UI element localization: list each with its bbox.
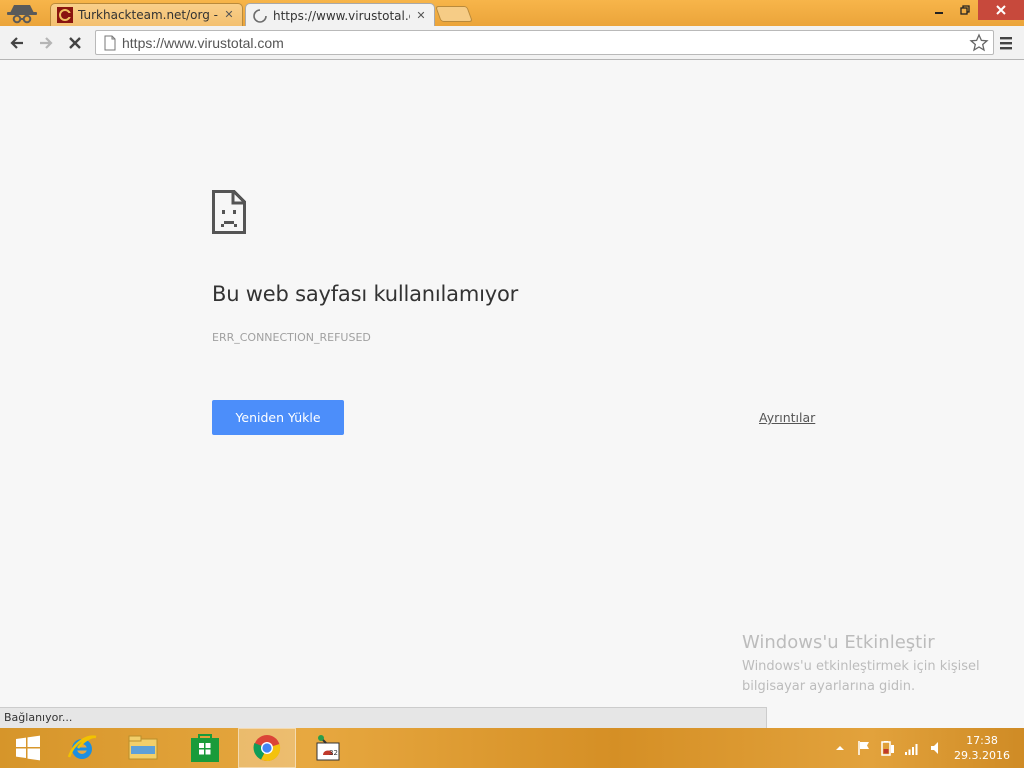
- activation-title: Windows'u Etkinleştir: [742, 632, 935, 653]
- volume-icon[interactable]: [928, 740, 944, 756]
- loading-spinner-icon: [252, 8, 268, 24]
- browser-toolbar: https://www.virustotal.com: [0, 26, 1024, 60]
- clock-time: 17:38: [966, 734, 998, 747]
- address-bar[interactable]: https://www.virustotal.com: [95, 30, 994, 55]
- error-code: ERR_CONNECTION_REFUSED: [212, 331, 371, 344]
- tab-title: Turkhackteam.net/org - T: [78, 8, 218, 22]
- tab-virustotal[interactable]: https://www.virustotal.cor ✕: [245, 3, 435, 27]
- status-bubble: Bağlanıyor...: [0, 707, 767, 728]
- minimize-icon[interactable]: [926, 0, 952, 20]
- back-icon[interactable]: [6, 32, 28, 54]
- stop-loading-icon[interactable]: [64, 32, 86, 54]
- reload-button[interactable]: Yeniden Yükle: [212, 400, 344, 435]
- app-icon[interactable]: 32: [299, 728, 355, 768]
- clock[interactable]: 17:38 29.3.2016: [952, 733, 1012, 763]
- windows-taskbar: 32 17:38 29.3.2016: [0, 728, 1024, 768]
- activation-watermark: Windows'u Etkinleştir Windows'u etkinleş…: [742, 632, 980, 697]
- battery-icon[interactable]: [880, 740, 896, 756]
- bookmark-star-icon[interactable]: [969, 32, 989, 53]
- file-explorer-icon[interactable]: [115, 728, 171, 768]
- close-window-icon[interactable]: [978, 0, 1024, 20]
- sad-page-icon: [212, 190, 246, 234]
- new-tab-button[interactable]: [435, 6, 473, 22]
- turkhackteam-favicon-icon: [57, 7, 73, 23]
- action-center-flag-icon[interactable]: [856, 740, 872, 756]
- forward-icon[interactable]: [35, 32, 57, 54]
- network-signal-icon[interactable]: [904, 740, 920, 756]
- window-controls: [926, 0, 1024, 20]
- tab-close-icon[interactable]: ✕: [414, 9, 428, 23]
- details-link[interactable]: Ayrıntılar: [759, 410, 815, 425]
- error-title: Bu web sayfası kullanılamıyor: [212, 282, 519, 306]
- tab-close-icon[interactable]: ✕: [222, 8, 236, 22]
- activation-line-1: Windows'u etkinleştirmek için kişisel: [742, 659, 980, 674]
- page-icon: [102, 35, 118, 51]
- activation-line-2: bilgisayar ayarlarına gidin.: [742, 679, 916, 694]
- svg-text:32: 32: [329, 749, 338, 757]
- browser-titlebar: Turkhackteam.net/org - T ✕ https://www.v…: [0, 0, 1024, 27]
- error-page: Bu web sayfası kullanılamıyor ERR_CONNEC…: [0, 61, 1024, 727]
- tab-turkhackteam[interactable]: Turkhackteam.net/org - T ✕: [50, 3, 243, 26]
- start-icon[interactable]: [0, 728, 56, 768]
- chrome-menu-icon[interactable]: [999, 35, 1013, 51]
- store-icon[interactable]: [177, 728, 233, 768]
- internet-explorer-icon[interactable]: [54, 728, 110, 768]
- chrome-icon[interactable]: [238, 728, 296, 768]
- address-text[interactable]: https://www.virustotal.com: [122, 35, 969, 51]
- restore-icon[interactable]: [952, 0, 978, 20]
- clock-date: 29.3.2016: [954, 749, 1010, 762]
- incognito-icon: [4, 1, 40, 25]
- show-hidden-icons-icon[interactable]: [832, 740, 848, 756]
- tab-title: https://www.virustotal.cor: [273, 8, 410, 23]
